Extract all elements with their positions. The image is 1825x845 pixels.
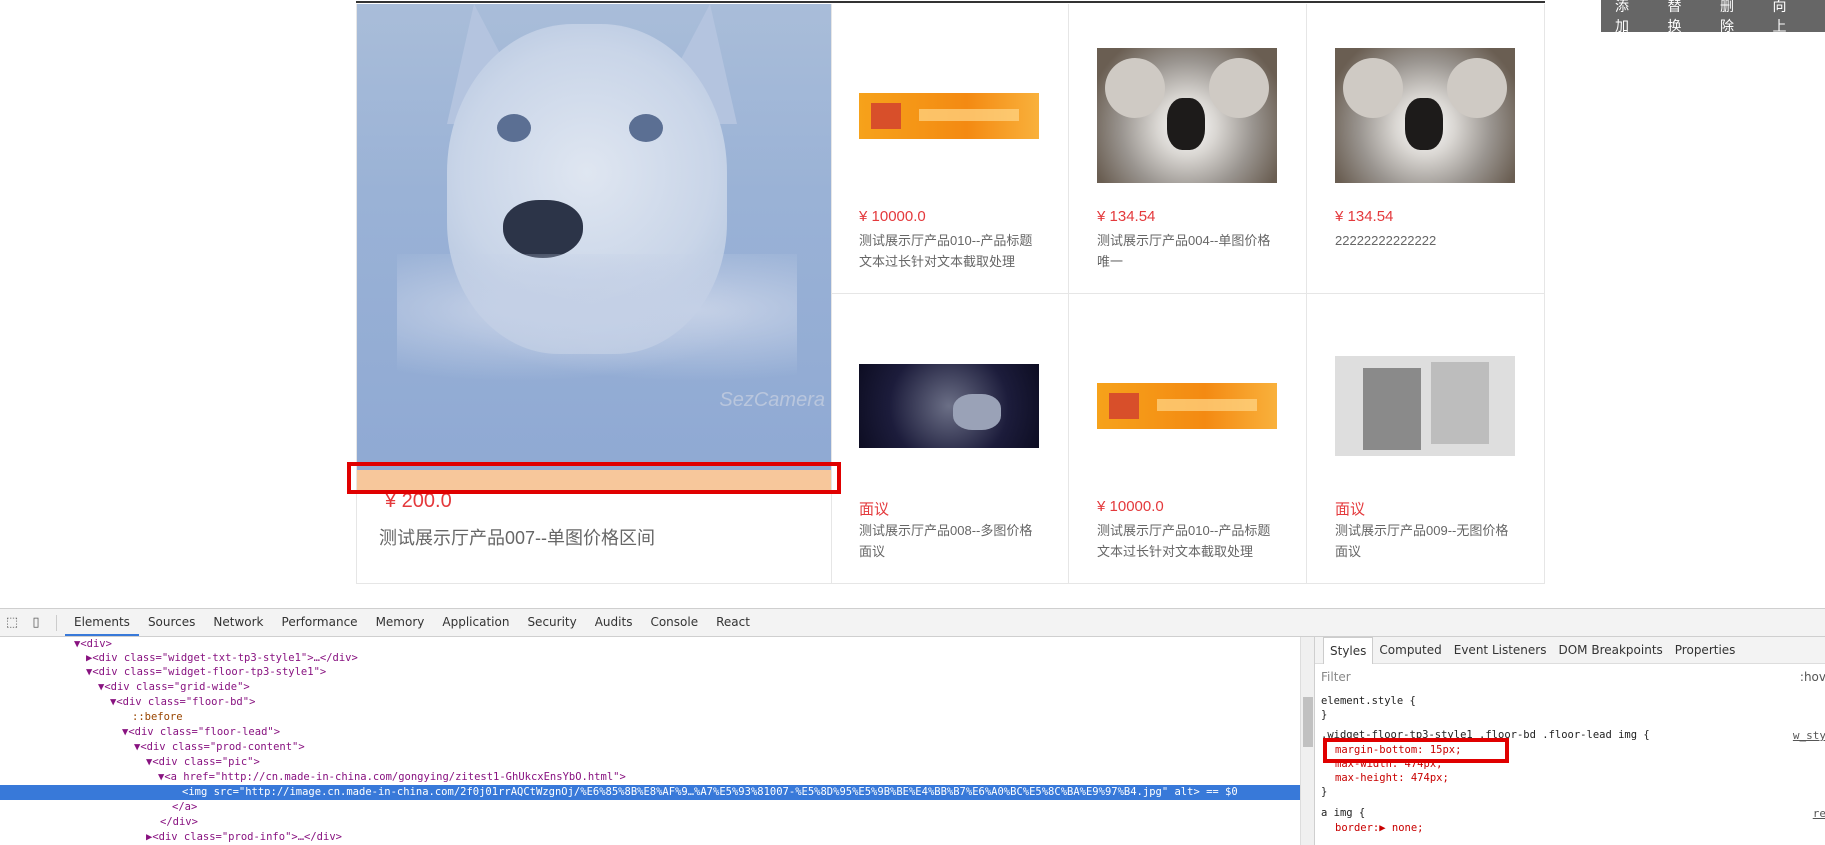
dog-eye — [497, 114, 531, 142]
tab-elements[interactable]: Elements — [65, 609, 139, 636]
product-price: ¥ 10000.0 — [859, 208, 926, 225]
floor-lead[interactable]: SezCamera ¥ 200.0 测试展示厅产品007--单图价格区间 — [357, 4, 832, 584]
dog-nose — [503, 200, 583, 258]
product-grid: ¥ 10000.0 测试展示厅产品010--产品标题文本过长针对文本截取处理 ¥… — [831, 4, 1545, 584]
product-price: ¥ 134.54 — [1097, 208, 1156, 225]
dom-node[interactable]: ▶<div class="widget-txt-tp3-style1">…</d… — [86, 651, 358, 666]
product-name[interactable]: 测试展示厅产品008--多图价格面议 — [859, 520, 1045, 562]
dom-node[interactable]: ▼<div class="grid-wide"> — [98, 680, 250, 695]
product-price: ¥ 10000.0 — [1097, 498, 1164, 515]
product-card[interactable]: ¥ 134.54 22222222222222 — [1307, 4, 1545, 294]
dom-node[interactable]: ▼<div class="prod-content"> — [134, 740, 305, 755]
delete-button[interactable]: 删除 — [1720, 0, 1745, 36]
dom-node[interactable]: ▼<div class="floor-lead"> — [122, 725, 280, 740]
css-property[interactable]: border:▶ none; — [1335, 822, 1424, 834]
replace-button[interactable]: 替换 — [1668, 0, 1693, 36]
styles-tabs: Styles Computed Event Listeners DOM Brea… — [1315, 636, 1825, 664]
product-thumb[interactable] — [859, 48, 1039, 183]
hov-toggle[interactable]: :hov — [1800, 670, 1825, 684]
hands — [397, 254, 797, 394]
product-price: 面议 — [1335, 501, 1366, 518]
tab-properties[interactable]: Properties — [1669, 637, 1742, 663]
product-name[interactable]: 测试展示厅产品010--产品标题文本过长针对文本截取处理 — [859, 230, 1045, 272]
rule-close: } — [1321, 709, 1328, 721]
device-toolbar-icon[interactable]: ▯ — [24, 609, 48, 636]
tab-event-listeners[interactable]: Event Listeners — [1448, 637, 1553, 663]
annotation-box — [1323, 738, 1509, 763]
tab-memory[interactable]: Memory — [367, 609, 434, 636]
floor-top-border — [356, 1, 1545, 3]
koala-image — [1097, 48, 1277, 183]
dom-tree: ▼<div> ▶<div class="widget-txt-tp3-style… — [0, 637, 1300, 845]
lead-product-image[interactable]: SezCamera — [357, 4, 831, 478]
orange-banner-image — [859, 92, 1039, 139]
product-name[interactable]: 测试展示厅产品004--单图价格唯一 — [1097, 230, 1283, 272]
dom-node[interactable]: </div> — [160, 815, 198, 830]
toolbar-divider — [56, 614, 57, 631]
product-card[interactable]: ¥ 10000.0 测试展示厅产品010--产品标题文本过长针对文本截取处理 — [831, 4, 1069, 294]
tab-react[interactable]: React — [707, 609, 759, 636]
product-thumb[interactable] — [1335, 338, 1515, 473]
product-card[interactable]: 面议 测试展示厅产品009--无图价格面议 — [1307, 294, 1545, 584]
dom-scrollbar[interactable] — [1300, 637, 1315, 845]
product-thumb[interactable] — [1097, 338, 1277, 473]
product-floor: SezCamera ¥ 200.0 测试展示厅产品007--单图价格区间 ¥ 1… — [356, 4, 1545, 584]
move-up-button[interactable]: 向上 — [1773, 0, 1798, 36]
business-cards-image — [1335, 355, 1515, 456]
tab-sources[interactable]: Sources — [139, 609, 204, 636]
product-price: ¥ 134.54 — [1335, 208, 1394, 225]
dom-node[interactable]: ▼<a href="http://cn.made-in-china.com/go… — [158, 770, 626, 785]
product-name[interactable]: 测试展示厅产品010--产品标题文本过长针对文本截取处理 — [1097, 520, 1283, 562]
devtools-toolbar: ⬚ ▯ Elements Sources Network Performance… — [0, 609, 1825, 637]
scrollbar-thumb[interactable] — [1303, 697, 1313, 747]
product-thumb[interactable] — [1097, 48, 1277, 183]
dom-pseudo[interactable]: ::before — [132, 710, 183, 725]
add-button[interactable]: 添加 — [1615, 0, 1640, 36]
tab-dom-breakpoints[interactable]: DOM Breakpoints — [1552, 637, 1668, 663]
product-card[interactable]: 面议 测试展示厅产品008--多图价格面议 — [831, 294, 1069, 584]
dom-node[interactable]: </a> — [172, 800, 197, 815]
tab-console[interactable]: Console — [641, 609, 707, 636]
element-style-rule[interactable]: element.style { — [1321, 695, 1416, 707]
product-card[interactable]: ¥ 134.54 测试展示厅产品004--单图价格唯一 — [1069, 4, 1307, 294]
tab-network[interactable]: Network — [204, 609, 272, 636]
tab-application[interactable]: Application — [433, 609, 518, 636]
css-rule-selector[interactable]: a img { — [1321, 807, 1365, 819]
stylesheet-link[interactable]: w_sty — [1793, 729, 1825, 742]
image-watermark: SezCamera — [719, 389, 825, 411]
dom-node[interactable]: ▼<div class="pic"> — [146, 755, 260, 770]
dom-node[interactable]: ▶<div class="prod-info">…</div> — [146, 830, 342, 845]
tab-performance[interactable]: Performance — [273, 609, 367, 636]
dom-node[interactable]: ▼<div class="floor-bd"> — [110, 695, 255, 710]
css-property[interactable]: max-height: 474px; — [1335, 772, 1449, 784]
dom-node[interactable]: ▼<div> — [74, 637, 112, 652]
tab-audits[interactable]: Audits — [586, 609, 642, 636]
dog-eye — [629, 114, 663, 142]
dom-node[interactable]: ▼<div class="widget-floor-tp3-style1"> — [86, 665, 326, 680]
rule-close: } — [1321, 786, 1328, 798]
tab-security[interactable]: Security — [518, 609, 585, 636]
product-name[interactable]: 测试展示厅产品009--无图价格面议 — [1335, 520, 1521, 562]
stylesheet-link[interactable]: re — [1813, 807, 1825, 820]
product-name[interactable]: 22222222222222 — [1335, 230, 1521, 251]
widget-action-bar: 添加 替换 删除 向上 — [1601, 0, 1825, 34]
product-card[interactable]: ¥ 10000.0 测试展示厅产品010--产品标题文本过长针对文本截取处理 — [1069, 294, 1307, 584]
annotation-box — [347, 462, 841, 494]
tab-computed[interactable]: Computed — [1373, 637, 1447, 663]
lead-title[interactable]: 测试展示厅产品007--单图价格区间 — [379, 524, 655, 550]
styles-filter-input[interactable]: Filter — [1321, 670, 1351, 684]
orange-banner-image — [1097, 382, 1277, 429]
inspect-element-icon[interactable]: ⬚ — [0, 609, 24, 636]
product-price: 面议 — [859, 501, 890, 518]
product-thumb[interactable] — [859, 338, 1039, 473]
night-product-image — [859, 363, 1039, 448]
dom-node-selected[interactable]: <img src="http://image.cn.made-in-china.… — [0, 785, 1300, 800]
product-thumb[interactable] — [1335, 48, 1515, 183]
tab-styles[interactable]: Styles — [1323, 636, 1374, 664]
devtools-panel: ⬚ ▯ Elements Sources Network Performance… — [0, 608, 1825, 845]
koala-image — [1335, 48, 1515, 183]
